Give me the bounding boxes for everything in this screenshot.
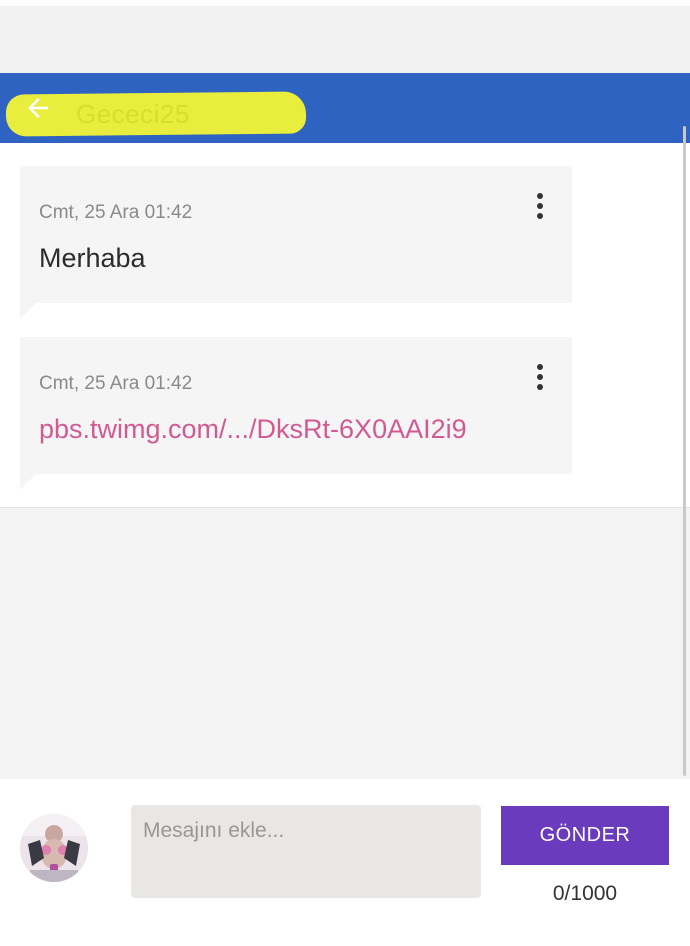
avatar: [20, 814, 88, 882]
message-list: Cmt, 25 Ara 01:42 Merhaba Cmt, 25 Ara 01…: [0, 143, 690, 508]
message-bubble: Cmt, 25 Ara 01:42 pbs.twimg.com/.../DksR…: [20, 337, 572, 490]
message-composer: GÖNDER 0/1000: [0, 779, 690, 946]
more-vertical-icon[interactable]: [530, 188, 550, 224]
message-input[interactable]: [131, 805, 481, 898]
character-counter: 0/1000: [552, 882, 618, 905]
status-area: [0, 0, 690, 73]
message-text: Merhaba: [39, 243, 146, 273]
back-button[interactable]: [20, 90, 56, 126]
more-vertical-icon[interactable]: [530, 359, 550, 395]
bubble-tail: [20, 474, 36, 490]
top-edge: [0, 0, 690, 6]
scrollbar[interactable]: [683, 126, 686, 776]
message-timestamp: Cmt, 25 Ara 01:42: [39, 373, 193, 394]
arrow-left-icon: [28, 98, 48, 118]
app-bar: Gececi25: [0, 73, 690, 143]
page-title: Gececi25: [76, 99, 190, 129]
message-timestamp: Cmt, 25 Ara 01:42: [39, 202, 193, 223]
bubble-tail: [20, 303, 36, 319]
message-bubble: Cmt, 25 Ara 01:42 Merhaba: [20, 166, 572, 319]
send-button[interactable]: GÖNDER: [501, 806, 669, 865]
user-photo-icon: [20, 814, 88, 882]
message-link[interactable]: pbs.twimg.com/.../DksRt-6X0AAI2i9: [39, 414, 467, 445]
